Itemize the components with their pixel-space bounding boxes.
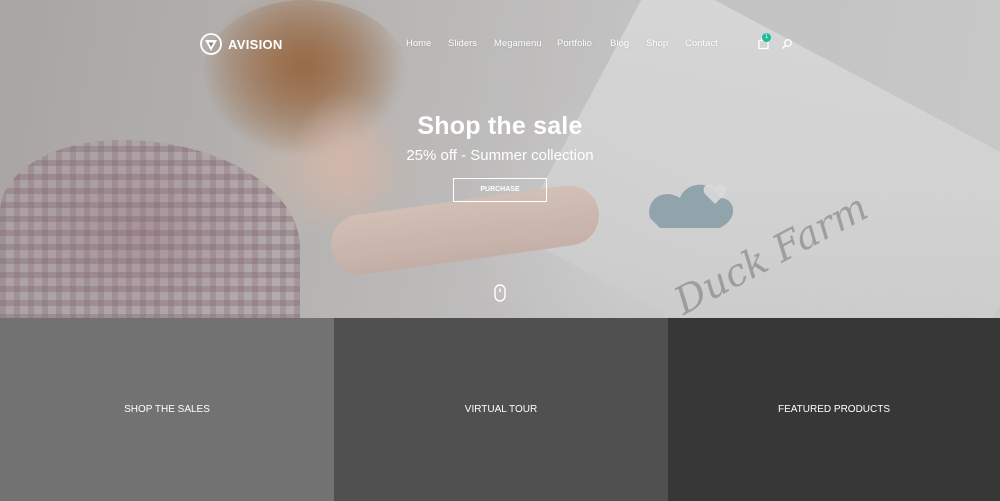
tile-label: SHOP THE SALES	[124, 404, 210, 415]
hero-title: Shop the sale	[417, 112, 583, 140]
site-header: AVISION Home Sliders Megamenu Portfolio …	[0, 30, 1000, 60]
hero-section: Duck Farm AVISION Home Sliders Megamenu …	[0, 0, 1000, 318]
mouse-icon[interactable]	[494, 284, 506, 302]
main-nav: Home Sliders Megamenu Portfolio Blog Sho…	[0, 38, 1000, 52]
cart-count-badge: 1	[762, 33, 771, 42]
nav-item-contact[interactable]: Contact	[685, 38, 718, 49]
tile-virtual-tour[interactable]: VIRTUAL TOUR	[334, 318, 668, 501]
nav-item-sliders[interactable]: Sliders	[448, 38, 477, 49]
tile-shop-the-sales[interactable]: SHOP THE SALES	[0, 318, 334, 501]
nav-item-home[interactable]: Home	[406, 38, 431, 49]
tile-label: VIRTUAL TOUR	[464, 404, 538, 415]
tile-label: FEATURED PRODUCTS	[777, 404, 891, 415]
purchase-button[interactable]: PURCHASE	[453, 178, 547, 202]
feature-tiles: SHOP THE SALES VIRTUAL TOUR FEATURED PRO…	[0, 318, 1000, 501]
nav-item-shop[interactable]: Shop	[646, 38, 668, 49]
nav-item-portfolio[interactable]: Portfolio	[557, 38, 592, 49]
tile-featured-products[interactable]: FEATURED PRODUCTS	[668, 318, 1000, 501]
nav-item-megamenu[interactable]: Megamenu	[494, 38, 542, 49]
hero-subtitle: 25% off - Summer collection	[406, 147, 594, 164]
search-icon[interactable]	[781, 38, 793, 50]
nav-item-blog[interactable]: Blog	[610, 38, 629, 49]
